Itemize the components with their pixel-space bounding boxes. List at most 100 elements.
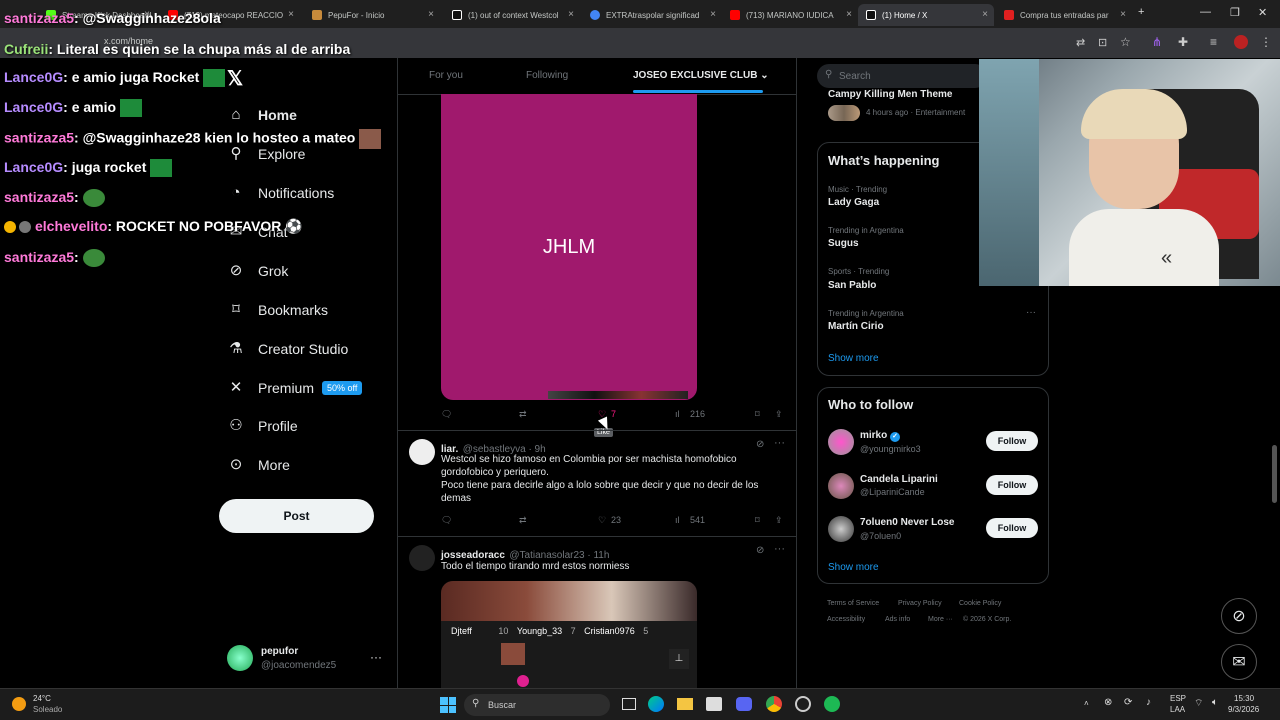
discord-icon[interactable] [736, 697, 752, 711]
grok-icon[interactable]: ⊘ [756, 439, 764, 450]
avatar[interactable] [828, 429, 854, 455]
windows-start-icon[interactable] [440, 697, 456, 713]
browser-tab[interactable]: PepuFor - Inicio × [304, 4, 440, 26]
tray-icon[interactable]: ⊗ [1104, 697, 1112, 708]
chrome-icon[interactable] [766, 696, 782, 712]
follow-name[interactable]: mirko ✓ [860, 430, 901, 442]
sidebar-item-premium[interactable]: ✕ Premium 50% off [228, 380, 363, 396]
close-icon[interactable]: × [982, 9, 988, 20]
kebab-menu-icon[interactable]: ⋮ [1260, 35, 1272, 49]
sidebar-item-creator-studio[interactable]: ⚗ Creator Studio [228, 341, 348, 358]
account-menu-icon[interactable]: ··· [370, 650, 382, 664]
minimize-icon[interactable]: — [1200, 6, 1211, 18]
task-view-icon[interactable] [622, 698, 636, 710]
close-icon[interactable]: × [568, 9, 574, 20]
file-explorer-icon[interactable] [677, 698, 693, 710]
follow-button[interactable]: Follow [986, 518, 1038, 538]
profile-avatar-icon[interactable] [1234, 35, 1248, 49]
close-icon[interactable]: × [846, 9, 852, 20]
avatar[interactable] [409, 439, 435, 465]
wifi-icon[interactable]: ⌔ [1194, 697, 1203, 710]
puzzle-icon[interactable]: ✚ [1178, 35, 1188, 49]
share-icon[interactable]: ⇪ [775, 515, 783, 526]
browser-tab[interactable]: (1) out of context Westcol × [444, 4, 580, 26]
like-icon[interactable]: ♡ [598, 515, 606, 526]
language-indicator-sub[interactable]: LAA [1170, 705, 1185, 714]
star-icon[interactable]: ☆ [1120, 35, 1131, 49]
window-close-icon[interactable]: ✕ [1258, 6, 1267, 19]
follow-button[interactable]: Follow [986, 475, 1038, 495]
trend-name[interactable]: San Pablo [828, 280, 876, 291]
grok-fab-icon[interactable]: ⊘ [1221, 598, 1257, 634]
weather-desc[interactable]: Soleado [33, 705, 62, 714]
follow-name[interactable]: 7oluen0 Never Lose [860, 517, 954, 528]
sidebar-item-home[interactable]: ⌂ Home [228, 107, 296, 124]
chevron-up-icon[interactable]: ˄ [1084, 699, 1089, 708]
avatar[interactable] [409, 545, 435, 571]
language-indicator[interactable]: ESP [1170, 694, 1186, 703]
browser-tab[interactable]: EXTRAtraspolar significad × [582, 4, 722, 26]
install-icon[interactable]: ⊡ [1098, 36, 1107, 49]
footer-link[interactable]: Ads info [885, 616, 910, 623]
microphone-icon[interactable]: ♪ [1146, 697, 1151, 708]
reply-icon[interactable]: 🗨︎ [441, 515, 452, 526]
browser-tab[interactable]: Compra tus entradas par × [996, 4, 1132, 26]
close-icon[interactable]: × [1120, 9, 1126, 20]
reply-icon[interactable]: 🗨︎ [441, 409, 452, 420]
footer-link[interactable]: Accessibility [827, 616, 865, 623]
follow-button[interactable]: Follow [986, 431, 1038, 451]
translate-icon[interactable]: ⇄ [1076, 36, 1085, 49]
sidebar-item-grok[interactable]: ⊘ Grok [228, 263, 289, 280]
footer-link[interactable]: More ··· [928, 616, 953, 623]
x-logo-icon[interactable]: 𝕏 [227, 66, 243, 91]
clock-time[interactable]: 15:30 [1234, 694, 1254, 703]
sidebar-item-profile[interactable]: ⚇ Profile [228, 418, 297, 435]
grok-icon[interactable]: ⊘ [756, 545, 764, 556]
tray-icon[interactable]: ⟳ [1124, 697, 1132, 708]
close-icon[interactable]: × [428, 9, 434, 20]
more-options-icon[interactable]: ··· [774, 437, 785, 449]
taskbar-search-input[interactable]: ⚲ Buscar [464, 694, 610, 716]
clock-date[interactable]: 9/3/2026 [1228, 705, 1259, 714]
views-icon[interactable]: ıl [675, 515, 680, 525]
pin-icon[interactable]: ⊥ [669, 649, 689, 669]
bookmark-icon[interactable]: ⌑ [755, 515, 760, 526]
tab-joseo-exclusive-club[interactable]: JOSEO EXCLUSIVE CLUB ⌄ [633, 70, 769, 81]
share-icon[interactable]: ⇪ [775, 409, 783, 420]
close-icon[interactable]: × [710, 9, 716, 20]
new-tab-icon[interactable]: + [1138, 6, 1144, 18]
views-icon[interactable]: ıl [675, 409, 680, 419]
avatar[interactable] [828, 473, 854, 499]
maximize-icon[interactable]: ❐ [1230, 6, 1240, 19]
store-icon[interactable] [706, 697, 722, 711]
footer-link[interactable]: Privacy Policy [898, 600, 942, 607]
sidebar-item-bookmarks[interactable]: ⌑ Bookmarks [228, 302, 328, 319]
browser-tab[interactable]: (713) MARIANO IUDICA × [722, 4, 858, 26]
volume-icon[interactable]: 🔈︎ [1212, 697, 1218, 708]
trend-title[interactable]: Campy Killing Men Theme [828, 89, 952, 100]
show-more-link[interactable]: Show more [828, 562, 879, 573]
browser-tab-active[interactable]: (1) Home / X × [858, 4, 994, 26]
tab-following[interactable]: Following [526, 70, 568, 81]
search-input[interactable]: ⚲ Search [817, 64, 987, 88]
show-more-link[interactable]: Show more [828, 353, 879, 364]
more-options-icon[interactable]: ··· [774, 543, 785, 555]
avatar[interactable] [227, 645, 253, 671]
trend-name[interactable]: Lady Gaga [828, 197, 879, 208]
tweet-media[interactable]: Djteff 10 Youngb_33 7 Cristian0976 5 ⊥ [441, 581, 697, 688]
follow-name[interactable]: Candela Liparini [860, 474, 938, 485]
retweet-icon[interactable]: ⇄ [519, 409, 527, 420]
playlist-icon[interactable]: ≡ [1210, 35, 1217, 49]
footer-link[interactable]: Cookie Policy [959, 600, 1001, 607]
sidebar-item-notifications[interactable]: ◔ Notifications [228, 185, 334, 202]
account-name[interactable]: pepufor [261, 646, 298, 657]
footer-link[interactable]: Terms of Service [827, 600, 879, 607]
retweet-icon[interactable]: ⇄ [519, 515, 527, 526]
tab-for-you[interactable]: For you [429, 70, 463, 81]
edge-icon[interactable] [648, 696, 664, 712]
bookmark-icon[interactable]: ⌑ [755, 409, 760, 420]
spotify-icon[interactable] [824, 696, 840, 712]
obs-icon[interactable] [795, 696, 811, 712]
tweet-image[interactable]: JHLM [441, 94, 697, 400]
account-handle[interactable]: @joacomendez5 [261, 660, 336, 671]
